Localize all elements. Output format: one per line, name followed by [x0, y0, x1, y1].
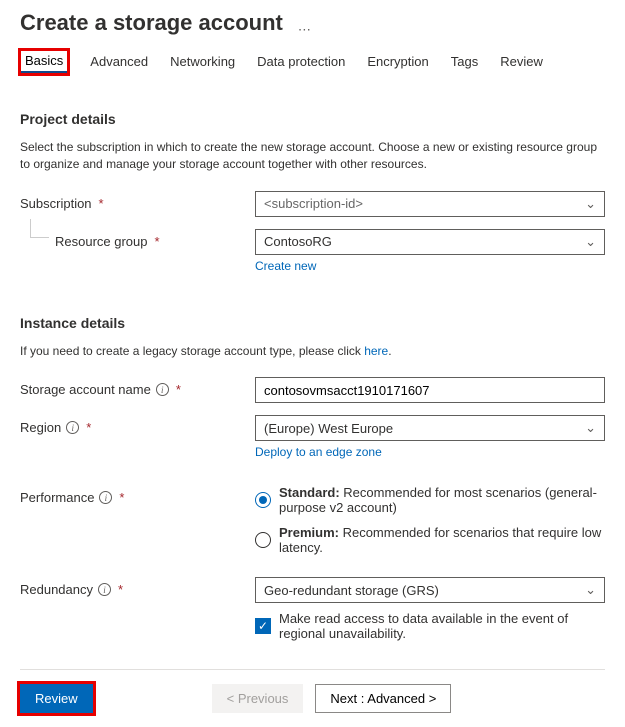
tab-networking[interactable]: Networking [170, 50, 235, 74]
info-icon[interactable]: i [66, 421, 79, 434]
radio-icon [255, 532, 271, 548]
tab-basics[interactable]: Basics [20, 50, 68, 74]
instance-details-desc: If you need to create a legacy storage a… [20, 343, 605, 360]
performance-premium-radio[interactable]: Premium: Recommended for scenarios that … [255, 525, 605, 555]
chevron-down-icon: ⌄ [585, 234, 596, 250]
storage-name-label: Storage account name i * [20, 377, 255, 397]
redundancy-label: Redundancy i * [20, 577, 255, 597]
instance-details-heading: Instance details [20, 315, 605, 331]
review-button[interactable]: Review [20, 684, 93, 713]
subscription-select[interactable]: <subscription-id> ⌄ [255, 191, 605, 217]
tab-review[interactable]: Review [500, 50, 543, 74]
read-access-checkbox[interactable]: ✓ Make read access to data available in … [255, 611, 605, 641]
edge-zone-link[interactable]: Deploy to an edge zone [255, 445, 382, 459]
tab-bar: Basics Advanced Networking Data protecti… [20, 50, 605, 75]
tab-advanced[interactable]: Advanced [90, 50, 148, 74]
subscription-label: Subscription* [20, 191, 255, 211]
legacy-here-link[interactable]: here [364, 344, 388, 358]
footer: Review < Previous Next : Advanced > [20, 684, 605, 727]
radio-icon [255, 492, 271, 508]
more-icon[interactable]: ⋯ [298, 22, 311, 38]
chevron-down-icon: ⌄ [585, 582, 596, 598]
tab-data-protection[interactable]: Data protection [257, 50, 345, 74]
info-icon[interactable]: i [156, 383, 169, 396]
resource-group-label: Resource group* [20, 229, 255, 249]
performance-standard-radio[interactable]: Standard: Recommended for most scenarios… [255, 485, 605, 515]
storage-name-input[interactable] [255, 377, 605, 403]
resource-group-select[interactable]: ContosoRG ⌄ [255, 229, 605, 255]
info-icon[interactable]: i [98, 583, 111, 596]
info-icon[interactable]: i [99, 491, 112, 504]
redundancy-select[interactable]: Geo-redundant storage (GRS) ⌄ [255, 577, 605, 603]
project-details-desc: Select the subscription in which to crea… [20, 139, 605, 173]
previous-button: < Previous [212, 684, 304, 713]
project-details-heading: Project details [20, 111, 605, 127]
region-label: Region i * [20, 415, 255, 435]
tab-encryption[interactable]: Encryption [367, 50, 428, 74]
performance-label: Performance i * [20, 485, 255, 505]
create-new-link[interactable]: Create new [255, 259, 316, 273]
chevron-down-icon: ⌄ [585, 420, 596, 436]
checkbox-icon: ✓ [255, 618, 271, 634]
chevron-down-icon: ⌄ [585, 196, 596, 212]
page-title: Create a storage account [20, 10, 283, 36]
next-button[interactable]: Next : Advanced > [315, 684, 451, 713]
divider [20, 669, 605, 670]
tab-tags[interactable]: Tags [451, 50, 478, 74]
region-select[interactable]: (Europe) West Europe ⌄ [255, 415, 605, 441]
